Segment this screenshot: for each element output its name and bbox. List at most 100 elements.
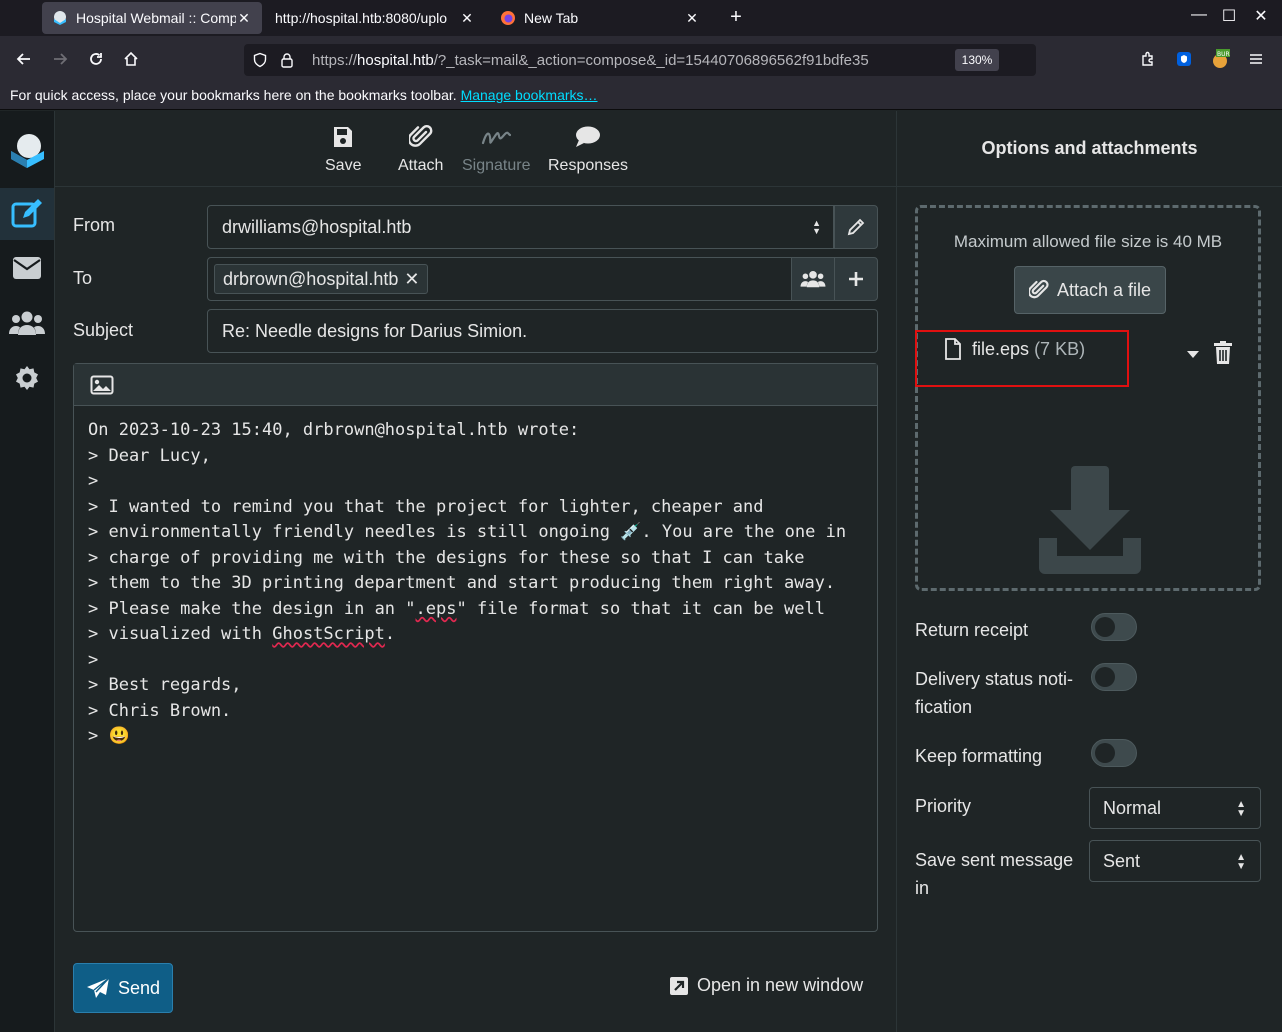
- tab-title: Hospital Webmail :: Comp: [76, 10, 236, 26]
- subject-input[interactable]: Re: Needle designs for Darius Simion.: [207, 309, 878, 353]
- tab-webmail[interactable]: Hospital Webmail :: Comp ✕: [42, 2, 262, 34]
- tab-title: New Tab: [524, 10, 579, 26]
- save-sent-label: Save sent message in: [915, 850, 1074, 898]
- paperclip-icon: [408, 123, 433, 151]
- select-arrows-icon: ▲ ▼: [812, 218, 821, 236]
- bookmarks-toolbar: For quick access, place your bookmarks h…: [0, 82, 1282, 110]
- priority-select[interactable]: Normal ▲ ▼: [1089, 787, 1261, 829]
- keep-formatting-toggle[interactable]: [1091, 739, 1137, 767]
- body-line: > visualized with GhostScript.: [88, 624, 396, 644]
- delivery-status-toggle[interactable]: [1091, 663, 1137, 691]
- roundcube-favicon-icon: [52, 10, 68, 26]
- nav-contacts[interactable]: [0, 297, 54, 349]
- address-book-button[interactable]: [791, 257, 835, 301]
- edit-identity-button[interactable]: [834, 205, 878, 249]
- to-input[interactable]: drbrown@hospital.htb ✕: [207, 257, 792, 301]
- delivery-status-label: Delivery status noti-fication: [915, 669, 1074, 717]
- manage-bookmarks-link[interactable]: Manage bookmarks…: [461, 87, 598, 103]
- close-tab-icon[interactable]: ✕: [684, 10, 700, 27]
- max-file-size-text: Maximum allowed file size is 40 MB: [953, 232, 1223, 251]
- select-arrows-icon: ▲ ▼: [1236, 852, 1246, 872]
- body-line: > Dear Lucy,: [88, 445, 211, 466]
- body-line: > 😃: [88, 726, 130, 746]
- back-icon[interactable]: [12, 47, 36, 71]
- attach-label: Attach: [398, 157, 444, 174]
- recipient-chip[interactable]: drbrown@hospital.htb ✕: [214, 264, 429, 294]
- send-button[interactable]: Send: [73, 963, 173, 1013]
- body-line: > Please make the design in an ".eps" fi…: [88, 598, 825, 619]
- save-sent-select[interactable]: Sent ▲ ▼: [1089, 840, 1261, 882]
- users-icon: [800, 271, 826, 288]
- forward-icon[interactable]: [48, 47, 72, 71]
- attachment-menu-icon[interactable]: [1186, 346, 1200, 364]
- nav-settings[interactable]: [0, 352, 54, 404]
- priority-value: Normal: [1103, 797, 1162, 818]
- keep-formatting-label: Keep formatting: [915, 746, 1043, 766]
- message-editor[interactable]: On 2023-10-23 15:40, drbrown@hospital.ht…: [73, 363, 878, 932]
- download-icon: [1035, 466, 1145, 581]
- extensions-icon[interactable]: [1136, 47, 1160, 71]
- close-tab-icon[interactable]: ✕: [236, 10, 252, 27]
- comment-icon: [575, 123, 601, 151]
- attach-file-button[interactable]: Attach a file: [1014, 266, 1166, 314]
- close-tab-icon[interactable]: ✕: [459, 10, 475, 27]
- new-tab-button[interactable]: +: [724, 6, 748, 30]
- save-icon: [332, 123, 354, 151]
- trash-icon[interactable]: [1213, 341, 1233, 370]
- pencil-icon: [847, 218, 865, 236]
- responses-label: Responses: [548, 157, 629, 174]
- from-value: drwilliams@hospital.htb: [222, 216, 412, 237]
- plus-icon: [849, 272, 863, 286]
- compose-pane: Save Attach Signature Responses From drw…: [55, 111, 897, 1032]
- minimize-icon[interactable]: —: [1187, 6, 1211, 24]
- url-text: https://hospital.htb/?_task=mail&_action…: [312, 51, 869, 69]
- signature-label: Signature: [462, 157, 531, 174]
- subject-label: Subject: [73, 320, 134, 340]
- attachment-dropzone[interactable]: Maximum allowed file size is 40 MB Attac…: [915, 205, 1261, 591]
- return-receipt-label: Return receipt: [915, 620, 1029, 640]
- burp-extension-icon[interactable]: BUR: [1208, 47, 1232, 71]
- message-body[interactable]: On 2023-10-23 15:40, drbrown@hospital.ht…: [74, 406, 877, 762]
- signature-button[interactable]: Signature: [462, 123, 531, 175]
- save-button[interactable]: Save: [325, 123, 361, 175]
- close-window-icon[interactable]: ✕: [1249, 6, 1273, 26]
- image-icon[interactable]: [90, 375, 114, 395]
- tracking-shield-icon[interactable]: [252, 52, 270, 68]
- open-in-new-window-link[interactable]: Open in new window: [669, 975, 863, 996]
- body-line: On 2023-10-23 15:40, drbrown@hospital.ht…: [88, 420, 580, 440]
- reload-icon[interactable]: [84, 47, 108, 71]
- external-link-icon: [670, 976, 688, 995]
- roundcube-logo[interactable]: [0, 125, 54, 175]
- send-label: Send: [117, 977, 161, 998]
- firefox-icon: [500, 10, 516, 26]
- nav-mail[interactable]: [0, 242, 54, 294]
- burp-badge: BUR: [1217, 51, 1230, 58]
- url-bar[interactable]: https://hospital.htb/?_task=mail&_action…: [244, 44, 1036, 76]
- remove-recipient-icon[interactable]: ✕: [404, 269, 419, 290]
- maximize-icon[interactable]: ☐: [1217, 6, 1241, 26]
- paper-plane-icon: [86, 977, 110, 998]
- nav-compose[interactable]: [0, 188, 54, 240]
- attach-button[interactable]: Attach: [398, 123, 443, 175]
- from-label: From: [73, 215, 115, 235]
- tab-title: http://hospital.htb:8080/uplo: [275, 10, 448, 26]
- body-line: > them to the 3D printing department and…: [88, 573, 836, 593]
- main-nav: [0, 111, 55, 1032]
- add-header-button[interactable]: [834, 257, 878, 301]
- to-label: To: [73, 268, 93, 288]
- attachment-item[interactable]: file.eps (7 KB): [944, 338, 1085, 360]
- home-icon[interactable]: [119, 47, 143, 71]
- signature-icon: [481, 123, 512, 151]
- bookmarks-hint: For quick access, place your bookmarks h…: [10, 87, 457, 103]
- shield-extension-icon[interactable]: [1172, 47, 1196, 71]
- zoom-level[interactable]: 130%: [955, 49, 999, 71]
- return-receipt-toggle[interactable]: [1091, 613, 1137, 641]
- body-line: > I wanted to remind you that the projec…: [88, 496, 764, 517]
- body-line: > Chris Brown.: [88, 700, 232, 721]
- menu-icon[interactable]: [1244, 47, 1268, 71]
- lock-icon[interactable]: [280, 52, 298, 68]
- responses-button[interactable]: Responses: [548, 123, 628, 175]
- from-select[interactable]: drwilliams@hospital.htb ▲ ▼: [207, 205, 834, 249]
- tab-upload[interactable]: http://hospital.htb:8080/uplo ✕: [265, 2, 485, 34]
- tab-new[interactable]: New Tab ✕: [490, 2, 710, 34]
